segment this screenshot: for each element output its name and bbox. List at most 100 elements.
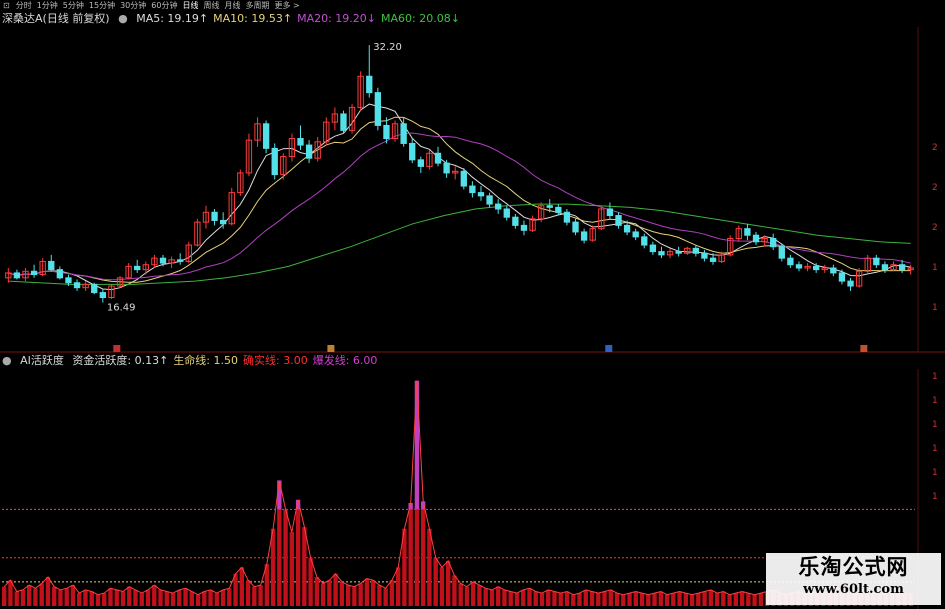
activity-bar[interactable]: [671, 593, 676, 606]
period-tab-5[interactable]: 60分钟: [151, 1, 177, 10]
candle[interactable]: [254, 117, 261, 147]
event-marker-0[interactable]: [113, 345, 121, 352]
period-tab-1[interactable]: 1分钟: [37, 1, 58, 10]
candle[interactable]: [177, 253, 184, 265]
candle[interactable]: [348, 104, 356, 134]
activity-bar[interactable]: [627, 593, 632, 606]
candle[interactable]: [675, 246, 682, 257]
activity-bar[interactable]: [120, 591, 126, 606]
activity-bar[interactable]: [546, 589, 551, 606]
activity-bar[interactable]: [558, 593, 563, 606]
candlestick-panel[interactable]: 2 2 2 1 1 32.20 16.49: [0, 27, 945, 357]
activity-bar[interactable]: [70, 585, 76, 606]
activity-bar[interactable]: [14, 591, 19, 606]
activity-bar[interactable]: [608, 589, 613, 606]
candle[interactable]: [185, 241, 192, 264]
activity-bar[interactable]: [295, 509, 301, 606]
activity-bar[interactable]: [383, 588, 388, 606]
candle[interactable]: [469, 181, 476, 198]
activity-bar[interactable]: [696, 593, 701, 606]
candle[interactable]: [108, 284, 115, 300]
activity-bar[interactable]: [452, 575, 457, 606]
activity-bar[interactable]: [445, 560, 451, 606]
period-tab-4[interactable]: 30分钟: [120, 1, 146, 10]
candle[interactable]: [821, 264, 828, 273]
activity-bar[interactable]: [152, 585, 157, 606]
candle[interactable]: [770, 233, 777, 250]
candle[interactable]: [649, 241, 657, 255]
candle[interactable]: [228, 187, 235, 226]
period-tab-7[interactable]: 周线: [203, 1, 219, 10]
activity-bar[interactable]: [302, 527, 307, 606]
activity-bar[interactable]: [220, 589, 226, 606]
candle[interactable]: [73, 279, 81, 291]
candle[interactable]: [305, 140, 313, 164]
candle[interactable]: [589, 225, 596, 242]
candle[interactable]: [366, 45, 373, 98]
activity-bar-peak[interactable]: [414, 380, 420, 510]
activity-bar[interactable]: [483, 588, 488, 606]
activity-bar[interactable]: [89, 591, 94, 606]
activity-bar[interactable]: [614, 593, 620, 606]
activity-bar[interactable]: [508, 591, 513, 606]
candle[interactable]: [194, 218, 201, 247]
period-tab-10[interactable]: 更多 >: [274, 1, 299, 10]
activity-bar[interactable]: [252, 586, 257, 606]
candle[interactable]: [262, 120, 270, 154]
activity-bar[interactable]: [458, 583, 463, 606]
activity-bar[interactable]: [114, 589, 119, 606]
candle[interactable]: [520, 220, 528, 236]
candle[interactable]: [580, 228, 588, 244]
candle[interactable]: [82, 281, 89, 291]
activity-bar[interactable]: [202, 591, 207, 606]
candle[interactable]: [151, 254, 158, 268]
candle[interactable]: [795, 261, 803, 272]
activity-bar[interactable]: [327, 580, 332, 606]
activity-bar[interactable]: [477, 585, 482, 606]
activity-bar[interactable]: [127, 586, 132, 606]
candle[interactable]: [297, 125, 304, 150]
candle[interactable]: [572, 218, 579, 236]
activity-bar[interactable]: [439, 567, 445, 606]
candle[interactable]: [340, 110, 347, 134]
activity-bar[interactable]: [358, 583, 363, 606]
candle[interactable]: [503, 205, 510, 221]
candle[interactable]: [280, 153, 287, 180]
activity-bar[interactable]: [689, 594, 695, 606]
activity-bar[interactable]: [33, 588, 38, 606]
candle[interactable]: [56, 266, 64, 280]
activity-bar[interactable]: [377, 585, 382, 606]
activity-bar[interactable]: [577, 593, 582, 606]
activity-bar[interactable]: [602, 591, 607, 606]
candle[interactable]: [237, 169, 244, 196]
candle[interactable]: [211, 209, 218, 226]
activity-bar[interactable]: [158, 589, 163, 606]
candle[interactable]: [838, 269, 846, 285]
candle[interactable]: [125, 263, 132, 280]
candle[interactable]: [142, 261, 149, 275]
activity-bar[interactable]: [245, 580, 251, 606]
activity-bar[interactable]: [564, 591, 570, 606]
candle[interactable]: [443, 159, 450, 178]
candle[interactable]: [830, 264, 837, 277]
activity-bar[interactable]: [746, 593, 751, 606]
activity-bar[interactable]: [496, 586, 501, 606]
activity-bar[interactable]: [195, 594, 201, 606]
activity-bar[interactable]: [64, 588, 69, 606]
activity-bar[interactable]: [389, 580, 395, 606]
activity-bar[interactable]: [133, 589, 138, 606]
candle[interactable]: [5, 268, 12, 283]
candle[interactable]: [426, 150, 433, 170]
event-marker-1[interactable]: [327, 345, 335, 352]
candle[interactable]: [271, 143, 278, 180]
period-tab-0[interactable]: 分时: [16, 1, 32, 10]
candle[interactable]: [331, 107, 339, 131]
activity-bar[interactable]: [752, 594, 757, 606]
activity-bar[interactable]: [108, 588, 113, 606]
candle[interactable]: [460, 168, 467, 190]
candle[interactable]: [391, 120, 399, 142]
activity-bar[interactable]: [539, 593, 545, 606]
activity-bar[interactable]: [664, 594, 670, 606]
candle[interactable]: [245, 133, 253, 177]
candle[interactable]: [641, 233, 648, 249]
